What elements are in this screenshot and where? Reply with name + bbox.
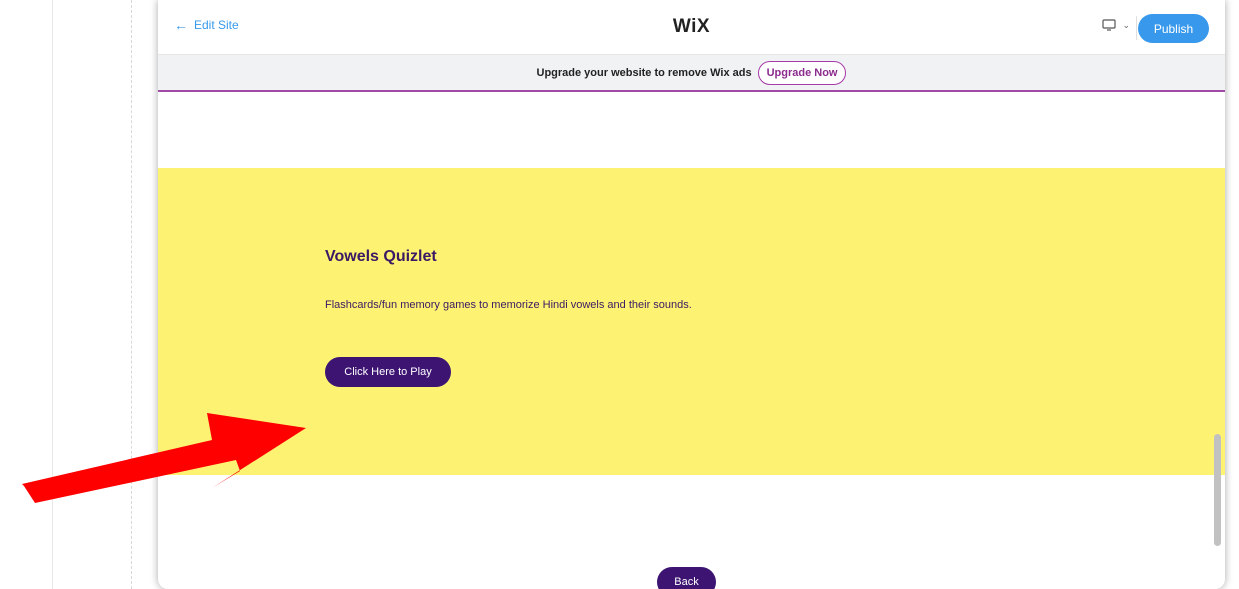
play-button[interactable]: Click Here to Play: [325, 357, 451, 387]
chevron-down-icon: ⌄: [1122, 19, 1130, 30]
section-title: Vowels Quizlet: [325, 248, 437, 265]
upgrade-ad-text: Upgrade your website to remove Wix ads: [536, 66, 752, 79]
publish-button[interactable]: Publish: [1138, 14, 1209, 43]
upgrade-ad-bar: Upgrade your website to remove Wix ads U…: [158, 55, 1225, 92]
back-button[interactable]: Back: [657, 567, 716, 589]
device-switcher[interactable]: ⌄: [1102, 19, 1130, 31]
quiz-section: Vowels Quizlet Flashcards/fun memory gam…: [158, 168, 1225, 475]
preview-topbar: ← Edit Site WiX ⌄ Publish: [158, 0, 1225, 55]
section-description: Flashcards/fun memory games to memorize …: [325, 299, 692, 311]
divider: [1136, 16, 1137, 40]
site-preview-frame: ← Edit Site WiX ⌄ Publish Upgrade your w…: [158, 0, 1225, 589]
guide-line: [52, 0, 53, 589]
guide-line: [131, 0, 132, 589]
wix-logo: WiX: [672, 16, 711, 37]
upgrade-now-button[interactable]: Upgrade Now: [757, 60, 847, 85]
scrollbar-thumb[interactable]: [1214, 434, 1221, 546]
desktop-monitor-icon: [1102, 19, 1117, 31]
